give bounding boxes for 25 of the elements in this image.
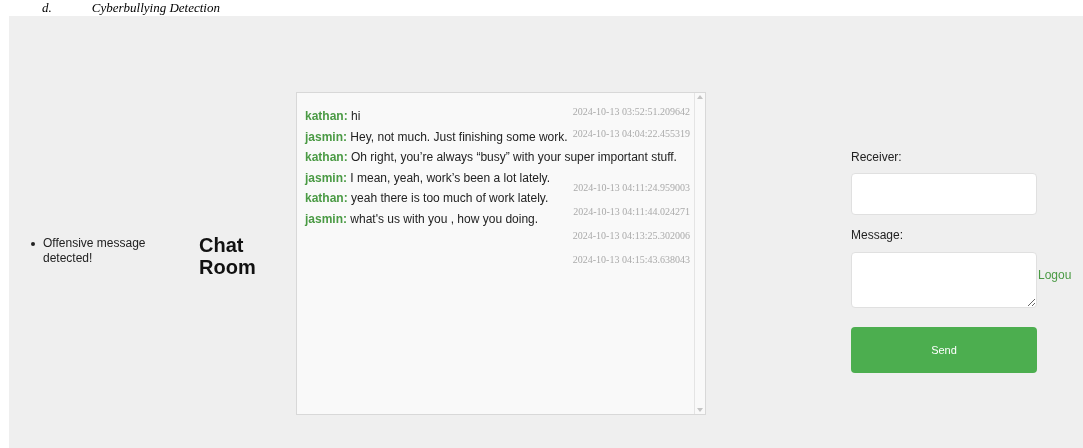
message-timestamp: 2024-10-13 04:13:25.302006	[572, 229, 690, 243]
message-label: Message:	[851, 227, 905, 243]
alert-message: Offensive message detected!	[43, 236, 147, 266]
message-timestamp: 2024-10-13 04:15:43.638043	[572, 253, 690, 267]
chat-message: kathan: hi	[305, 108, 361, 125]
chat-message: kathan: Oh right, you’re always “busy” with your super important stuff.	[305, 149, 677, 166]
caption-title: Cyberbullying Detection	[91, 0, 220, 15]
message-timestamp: 2024-10-13 03:52:51.209642	[572, 105, 690, 119]
chat-message: jasmin: Hey, not much. Just finishing some work.	[305, 128, 568, 146]
receiver-field[interactable]	[851, 173, 1037, 215]
message-timestamp: 2024-10-13 04:11:44.024271	[573, 205, 690, 219]
scroll-down-icon[interactable]	[697, 408, 703, 412]
message-timestamp: 2024-10-13 04:11:24.959003	[573, 181, 690, 195]
page-heading: Chat Room	[199, 234, 257, 278]
chat-message: jasmin: I mean, yeah, work’s been a lot lately.	[305, 169, 551, 187]
caption-number: d.	[42, 0, 52, 15]
chat-message: kathan: yeah there is too much of work lately.	[305, 190, 549, 207]
scroll-up-icon[interactable]	[697, 95, 703, 99]
send-button[interactable]: Send	[851, 327, 1037, 373]
message-field[interactable]	[851, 252, 1037, 308]
message-timestamp: 2024-10-13 04:04:22.455319	[572, 127, 690, 141]
receiver-label: Receiver:	[851, 149, 903, 165]
chat-message: jasmin: what's us with you , how you doing.	[305, 210, 539, 228]
logout-link[interactable]: Logou	[1038, 266, 1072, 284]
bullet-icon	[31, 242, 35, 246]
